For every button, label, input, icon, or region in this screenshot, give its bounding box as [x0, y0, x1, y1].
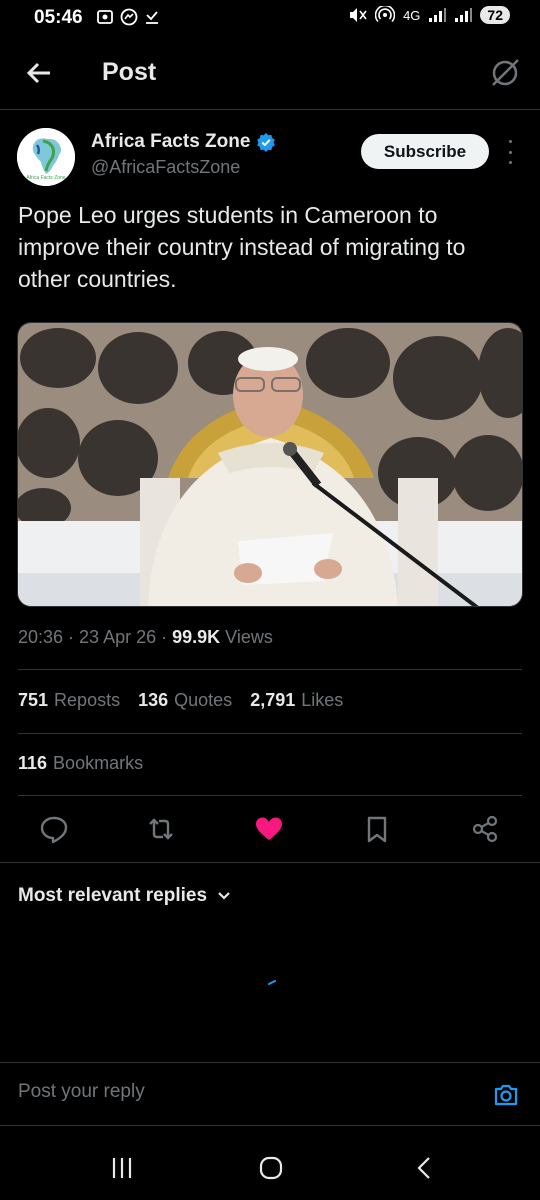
engagement-stats: 751 Reposts 136 Quotes 2,791 Likes	[18, 690, 343, 711]
verified-badge-icon	[257, 133, 276, 152]
likes-stat[interactable]: 2,791 Likes	[250, 690, 343, 711]
status-time: 05:46	[34, 7, 83, 28]
messenger-icon	[120, 8, 138, 26]
author-name-text: Africa Facts Zone	[91, 131, 251, 152]
post-meta: 20:36 · 23 Apr 26 · 99.9K Views	[18, 627, 273, 647]
share-icon[interactable]	[470, 814, 500, 844]
bookmark-icon[interactable]	[362, 814, 392, 844]
screenshot-icon	[97, 10, 113, 24]
pope-speaking-photo	[18, 323, 522, 606]
reply-icon[interactable]	[39, 814, 69, 844]
post-image[interactable]	[17, 322, 523, 607]
replies-sort-label: Most relevant replies	[18, 885, 208, 906]
avatar-text: Africa Facts Zone	[26, 175, 65, 181]
status-right-icons: 4G 72	[347, 6, 510, 24]
status-bar: 05:46 4G 72	[0, 0, 540, 38]
download-icon	[146, 11, 158, 24]
chevron-down-icon	[218, 892, 230, 900]
reply-input[interactable]	[18, 1081, 458, 1103]
top-app-bar: Post	[0, 38, 540, 110]
africa-logo-icon: Africa Facts Zone	[17, 128, 75, 186]
camera-icon[interactable]	[492, 1081, 520, 1109]
mute-icon	[350, 8, 367, 22]
network-type: 4G	[403, 7, 421, 23]
home-icon[interactable]	[256, 1154, 286, 1182]
signal-icon	[429, 8, 447, 22]
subscribe-button[interactable]: Subscribe	[361, 134, 489, 169]
post-date: 23 Apr 26	[79, 627, 157, 647]
status-left-icons	[96, 8, 160, 26]
grok-icon[interactable]	[488, 56, 522, 90]
divider	[18, 669, 522, 670]
quotes-stat[interactable]: 136 Quotes	[138, 690, 232, 711]
system-nav-bar	[0, 1134, 540, 1200]
divider	[0, 862, 540, 863]
post-time: 20:36	[18, 627, 64, 647]
recents-icon[interactable]	[107, 1154, 137, 1182]
views-label: Views	[225, 627, 273, 647]
back-arrow-icon[interactable]	[22, 56, 56, 90]
avatar[interactable]: Africa Facts Zone	[17, 128, 75, 186]
signal-icon-2	[455, 8, 473, 22]
reposts-stat[interactable]: 751 Reposts	[18, 690, 120, 711]
views-count: 99.9K	[172, 627, 221, 647]
page-title: Post	[102, 58, 157, 86]
battery-indicator: 72	[480, 6, 510, 24]
loading-spinner-icon	[268, 980, 276, 985]
hotspot-icon	[375, 6, 396, 23]
divider	[18, 795, 522, 796]
post-text: Pope Leo urges students in Cameroon to i…	[18, 202, 466, 292]
back-icon[interactable]	[410, 1154, 440, 1182]
divider	[18, 733, 522, 734]
like-icon[interactable]	[254, 814, 284, 844]
action-bar	[0, 808, 540, 852]
replies-sort-dropdown[interactable]: Most relevant replies	[18, 885, 231, 907]
bookmarks-stat[interactable]: 116 Bookmarks	[18, 753, 143, 774]
repost-icon[interactable]	[146, 814, 176, 844]
more-options-icon[interactable]	[500, 140, 520, 164]
reply-composer	[0, 1062, 540, 1126]
author-name[interactable]: Africa Facts Zone	[91, 131, 276, 153]
author-handle[interactable]: @AfricaFactsZone	[91, 157, 240, 178]
